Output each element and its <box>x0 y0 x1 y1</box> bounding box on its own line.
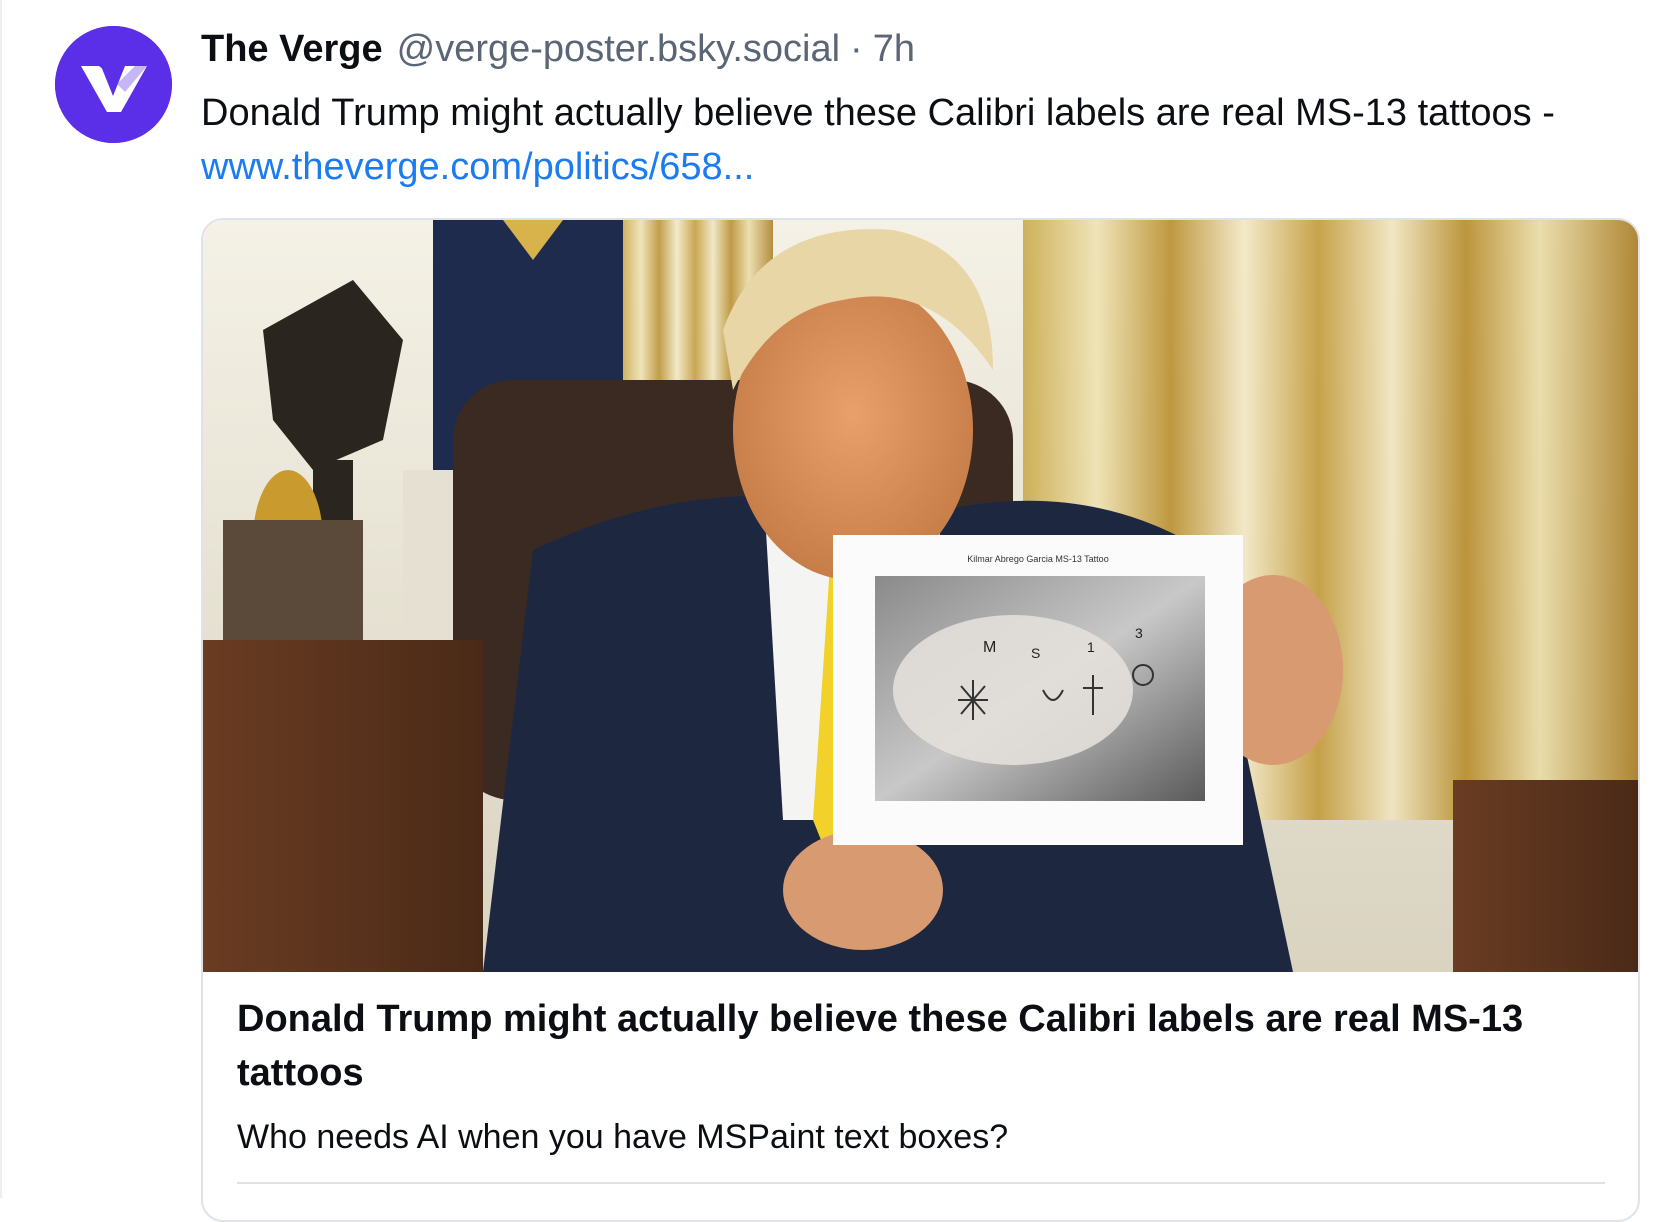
finger-letter-1: 1 <box>1087 639 1095 655</box>
card-text: Donald Trump might actually believe thes… <box>237 992 1617 1160</box>
link-preview-card[interactable]: Kilmar Abrego Garcia MS-13 Tattoo M S 1 … <box>201 218 1640 1222</box>
finger-letter-3: 3 <box>1135 625 1143 641</box>
post-text: Donald Trump might actually believe thes… <box>201 92 1555 134</box>
finger-letter-s: S <box>1031 645 1040 661</box>
finger-letter-m: M <box>983 639 996 656</box>
card-divider <box>237 1182 1605 1184</box>
card-title[interactable]: Donald Trump might actually believe thes… <box>237 992 1617 1100</box>
paper-caption: Kilmar Abrego Garcia MS-13 Tattoo <box>967 554 1108 564</box>
author-handle[interactable]: @verge-poster.bsky.social <box>397 24 840 74</box>
separator-dot: · <box>850 28 863 70</box>
author-name[interactable]: The Verge <box>201 24 383 74</box>
card-thumbnail: Kilmar Abrego Garcia MS-13 Tattoo M S 1 … <box>203 220 1638 972</box>
post-body: Donald Trump might actually believe thes… <box>201 86 1621 194</box>
card-description: Who needs AI when you have MSPaint text … <box>237 1118 1009 1156</box>
feed-post[interactable]: The Verge @verge-poster.bsky.social · 7h… <box>0 0 1666 1222</box>
post-timestamp[interactable]: 7h <box>873 24 915 74</box>
post-header: The Verge @verge-poster.bsky.social · 7h <box>201 24 915 74</box>
verge-logo-icon <box>55 26 172 143</box>
post-link[interactable]: www.theverge.com/politics/658... <box>201 146 754 188</box>
avatar[interactable] <box>55 26 172 143</box>
